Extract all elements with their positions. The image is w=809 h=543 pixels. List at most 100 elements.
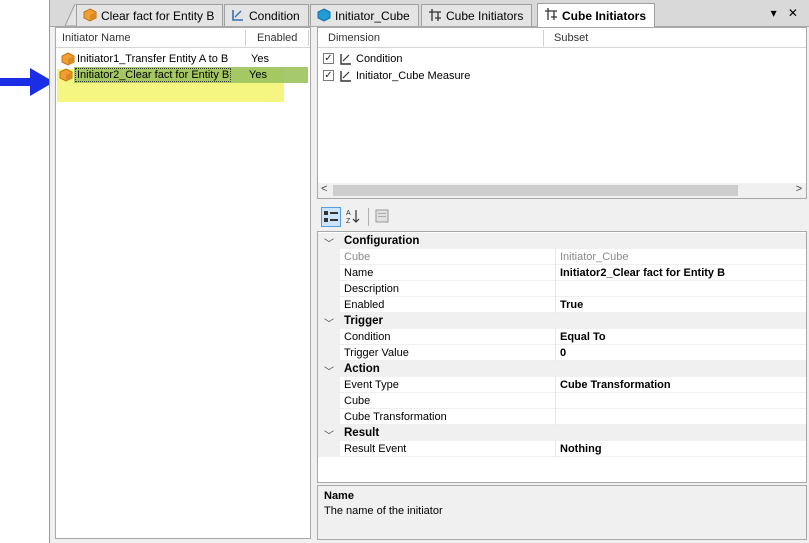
description-text: The name of the initiator (324, 505, 443, 517)
property-row[interactable]: Condition Equal To (318, 329, 806, 345)
dimension-label: Initiator_Cube Measure (356, 70, 471, 82)
tab-window-controls[interactable]: ▾ ✕ (771, 6, 802, 20)
row-gutter (318, 329, 340, 345)
scrollbar-thumb[interactable] (333, 185, 738, 196)
dimension-icon (340, 54, 351, 65)
initiator-list-header: Initiator Name Enabled (56, 28, 310, 48)
row-gutter (318, 265, 340, 281)
category-title: Trigger (344, 315, 383, 327)
dimension-icon (340, 71, 351, 82)
column-divider[interactable] (308, 30, 309, 46)
property-row[interactable]: Cube (318, 393, 806, 409)
property-value[interactable]: 0 (560, 347, 566, 359)
dimension-checkbox[interactable]: ✓ (323, 70, 334, 81)
app-root: Clear fact for Entity B Condition Initia… (0, 0, 809, 543)
property-row[interactable]: Description (318, 281, 806, 297)
dimension-row[interactable]: ✓ Initiator_Cube Measure (318, 68, 806, 84)
tab-label: Cube Initiators (446, 8, 524, 23)
property-row[interactable]: Trigger Value 0 (318, 345, 806, 361)
row-gutter (318, 345, 340, 361)
category-result[interactable]: ﹀ Result (318, 425, 806, 442)
column-divider (555, 409, 556, 425)
property-pages-icon (375, 209, 389, 223)
row-gutter (318, 249, 340, 265)
collapse-chevron-icon[interactable]: ﹀ (324, 427, 334, 442)
initiator-name: Initiator2_Clear fact for Entity B (75, 68, 232, 82)
dimension-row[interactable]: ✓ Condition (318, 51, 806, 67)
sort-az-icon: AZ (346, 210, 360, 225)
property-name: Trigger Value (344, 347, 409, 359)
collapse-chevron-icon[interactable]: ﹀ (324, 363, 334, 378)
scroll-right-arrow-icon[interactable]: > (796, 183, 802, 195)
initiator-icon (545, 8, 557, 20)
category-title: Configuration (344, 235, 420, 247)
dimension-checkbox[interactable]: ✓ (323, 53, 334, 64)
property-pages-button[interactable] (373, 207, 393, 227)
scroll-left-arrow-icon[interactable]: < (321, 183, 327, 195)
tab-condition[interactable]: Condition (224, 4, 309, 26)
property-row[interactable]: Cube Transformation (318, 409, 806, 425)
cube-icon (59, 68, 73, 82)
column-header-dimension[interactable]: Dimension (328, 32, 380, 44)
categorized-view-button[interactable] (321, 207, 341, 227)
dimension-label: Condition (356, 53, 403, 65)
initiator-list: Initiator Name Enabled Initiator1_Transf… (55, 27, 311, 539)
initiator-enabled: Yes (249, 69, 267, 81)
category-title: Result (344, 427, 380, 439)
column-divider (555, 281, 556, 297)
initiator-row-selected[interactable]: Initiator2_Clear fact for Entity B Yes (54, 67, 308, 83)
initiator-icon (429, 9, 441, 21)
horizontal-scrollbar[interactable]: < > (318, 183, 806, 198)
property-name: Enabled (344, 299, 385, 311)
category-configuration[interactable]: ﹀ Configuration (318, 233, 806, 250)
tab-label: Initiator_Cube (335, 8, 410, 23)
property-row[interactable]: Name Initiator2_Clear fact for Entity B (318, 265, 806, 281)
column-divider[interactable] (245, 30, 246, 46)
property-grid: ﹀ Configuration Cube Initiator_Cube Name In… (317, 231, 807, 483)
property-row[interactable]: Event Type Cube Transformation (318, 377, 806, 393)
property-value[interactable]: Nothing (560, 443, 602, 455)
initiator-row[interactable]: Initiator1_Transfer Entity A to B Yes (56, 51, 310, 67)
tab-cube-initiators-active[interactable]: Cube Initiators (537, 3, 656, 27)
column-header-subset[interactable]: Subset (554, 32, 588, 44)
row-gutter (318, 393, 340, 409)
category-action[interactable]: ﹀ Action (318, 361, 806, 378)
property-row[interactable]: Result Event Nothing (318, 441, 806, 457)
column-header-initiator-name[interactable]: Initiator Name (62, 32, 130, 44)
property-value[interactable]: True (560, 299, 583, 311)
property-name: Cube Transformation (344, 411, 447, 423)
tab-label: Condition (249, 8, 300, 23)
column-divider (555, 249, 556, 265)
row-gutter (318, 297, 340, 313)
property-row[interactable]: Cube Initiator_Cube (318, 249, 806, 265)
column-header-enabled[interactable]: Enabled (257, 32, 297, 44)
column-divider[interactable] (543, 30, 544, 46)
property-value[interactable]: Equal To (560, 331, 606, 343)
property-name: Cube (344, 395, 371, 407)
column-divider (555, 377, 556, 393)
dimension-list: Dimension Subset ✓ Condition ✓ Initiator… (317, 27, 807, 199)
tab-clear-fact[interactable]: Clear fact for Entity B (76, 4, 224, 26)
column-divider (555, 297, 556, 313)
row-gutter (318, 409, 340, 425)
tab-label: Clear fact for Entity B (101, 8, 215, 23)
tab-initiator-cube[interactable]: Initiator_Cube (310, 4, 419, 26)
category-title: Action (344, 363, 380, 375)
category-trigger[interactable]: ﹀ Trigger (318, 313, 806, 330)
column-divider (555, 393, 556, 409)
property-row[interactable]: Enabled True (318, 297, 806, 313)
pointer-arrow-icon (0, 68, 54, 96)
tab-cube-initiators-1[interactable]: Cube Initiators (421, 4, 533, 26)
dimension-list-header: Dimension Subset (318, 28, 806, 48)
property-description-panel: Name The name of the initiator (317, 485, 807, 540)
property-toolbar: AZ (317, 205, 807, 229)
initiator-name: Initiator1_Transfer Entity A to B (77, 53, 229, 65)
cube-icon (61, 52, 75, 66)
alphabetical-sort-button[interactable]: AZ (344, 207, 364, 227)
property-value[interactable]: Cube Transformation (560, 379, 671, 391)
collapse-chevron-icon[interactable]: ﹀ (324, 235, 334, 250)
property-value[interactable]: Initiator2_Clear fact for Entity B (560, 267, 725, 279)
property-name: Description (344, 283, 400, 295)
property-name: Condition (344, 331, 391, 343)
collapse-chevron-icon[interactable]: ﹀ (324, 315, 334, 330)
